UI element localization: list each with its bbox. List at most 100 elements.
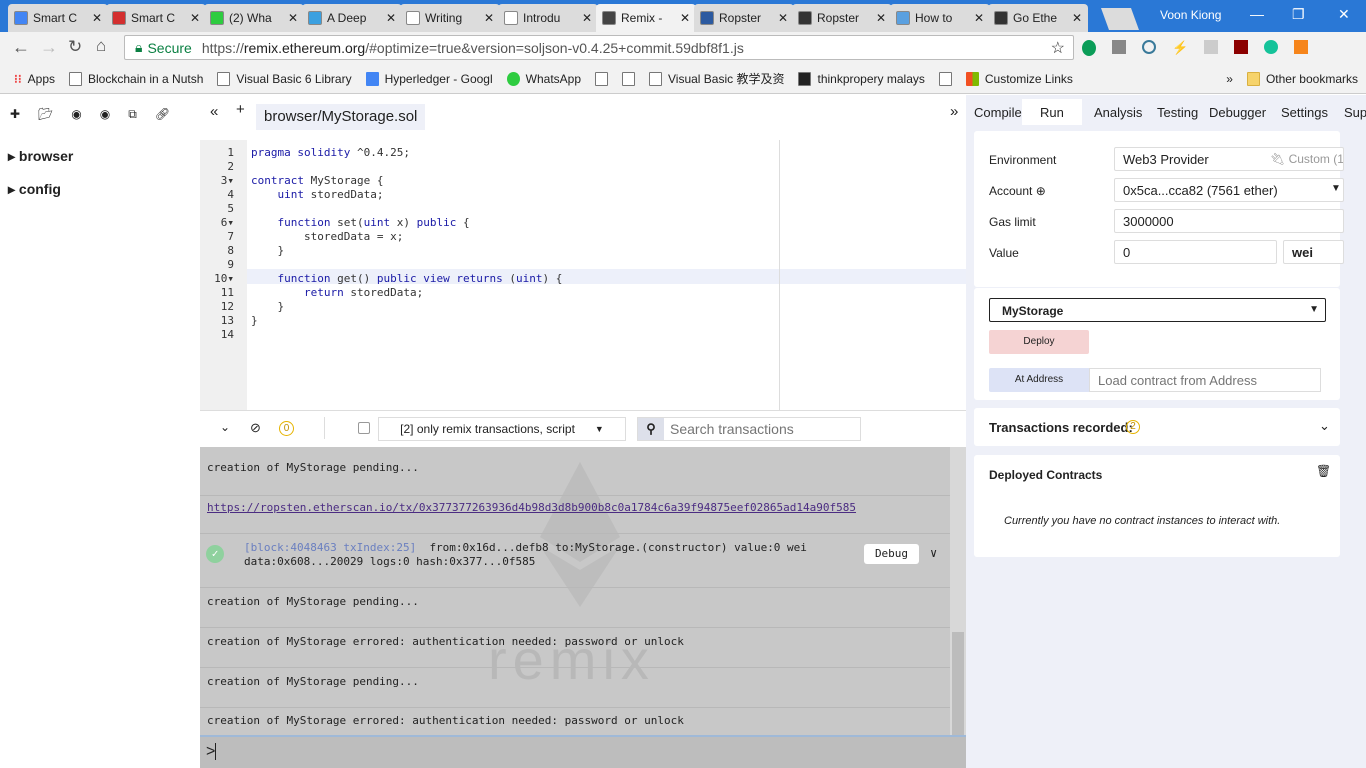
profile-name[interactable]: Voon Kiong	[1160, 8, 1221, 22]
minimize-icon[interactable]: —	[1250, 6, 1264, 22]
unit-select[interactable]: wei	[1283, 240, 1344, 264]
bookmark[interactable]: Visual Basic 教学及资	[649, 70, 784, 87]
open-folder-icon[interactable]: 📂︎	[38, 107, 53, 122]
bookmark[interactable]: Blockchain in a Nutsh	[69, 71, 203, 86]
bookmark[interactable]: thinkpropery malays	[798, 71, 925, 86]
extension-icon[interactable]	[1082, 40, 1096, 56]
bookmark[interactable]: WhatsApp	[506, 71, 581, 86]
close-tab-icon[interactable]: ✕	[778, 11, 788, 25]
favicon-icon	[602, 11, 616, 25]
close-tab-icon[interactable]: ✕	[1072, 11, 1082, 25]
copy-icon[interactable]: ⧉	[128, 107, 137, 122]
close-window-icon[interactable]: ✕	[1338, 6, 1350, 23]
terminal-input[interactable]: >	[200, 735, 966, 768]
close-tab-icon[interactable]: ✕	[288, 11, 298, 25]
contract-address-input[interactable]	[1089, 368, 1321, 392]
browser-tab[interactable]: Remix - ✕	[596, 4, 696, 32]
deploy-button[interactable]: Deploy	[989, 330, 1089, 354]
transactions-recorded[interactable]: Transactions recorded: 2 ⌄	[974, 408, 1340, 446]
bookmark[interactable]	[595, 71, 608, 86]
browser-tab[interactable]: Go Ethe ✕	[988, 4, 1088, 32]
zoom-in-icon[interactable]: +	[236, 101, 245, 118]
forward-icon[interactable]: →	[40, 37, 58, 58]
reload-icon[interactable]: ↻	[68, 37, 82, 57]
browser-tab[interactable]: Smart C ✕	[106, 4, 206, 32]
bookmark[interactable]: Customize Links	[965, 71, 1073, 86]
browser-tab[interactable]: Writing ✕	[400, 4, 500, 32]
close-tab-icon[interactable]: ✕	[386, 11, 396, 25]
environment-label: Environment	[989, 153, 1057, 167]
extension-icon[interactable]	[1204, 40, 1219, 54]
browser-tab[interactable]: Ropster ✕	[694, 4, 794, 32]
clear-console-icon[interactable]: ⊘	[250, 420, 261, 436]
address-bar[interactable]: 🔒︎ Secure https://remix.ethereum.org/#op…	[124, 35, 1074, 60]
environment-select[interactable]: Web3 Provider 🔌︎ Custom (1	[1114, 147, 1344, 171]
bookmark[interactable]: Hyperledger - Googl	[365, 71, 493, 86]
debug-button[interactable]: Debug	[864, 544, 919, 564]
browser-tab[interactable]: Ropster ✕	[792, 4, 892, 32]
contract-select[interactable]: MyStorage ▼	[989, 298, 1326, 322]
code-editor[interactable]: pragma solidity ^0.4.25; contract MyStora…	[247, 140, 966, 410]
close-tab-icon[interactable]: ✕	[92, 11, 102, 25]
at-address-button[interactable]: At Address	[989, 368, 1089, 392]
trash-icon[interactable]: 🗑︎	[1316, 464, 1331, 478]
home-icon[interactable]: ⌂	[96, 36, 106, 56]
close-tab-icon[interactable]: ✕	[190, 11, 200, 25]
expand-tx-icon[interactable]: ∨	[930, 546, 937, 560]
tab-analysis[interactable]: Analysis	[1094, 105, 1142, 120]
back-icon[interactable]: ←	[12, 37, 30, 58]
listen-checkbox[interactable]	[358, 422, 370, 434]
tab-run[interactable]: Run	[1022, 99, 1082, 125]
extension-icon[interactable]	[1142, 40, 1156, 54]
add-account-icon[interactable]: ⊕	[1036, 184, 1046, 198]
value-input[interactable]: 0	[1114, 240, 1277, 264]
tab-debugger[interactable]: Debugger	[1209, 105, 1266, 120]
etherscan-link[interactable]: https://ropsten.etherscan.io/tx/0x377377…	[207, 501, 856, 514]
terminal-scrollbar-thumb[interactable]	[952, 632, 964, 748]
gist-icon[interactable]: ◉	[100, 107, 110, 122]
extension-icon[interactable]	[1112, 40, 1126, 54]
folder-config[interactable]: ▸ config	[8, 181, 61, 198]
chevron-down-icon[interactable]: ⌄	[1319, 418, 1330, 434]
collapse-right-icon[interactable]: »	[950, 103, 958, 120]
bookmark[interactable]: Visual Basic 6 Library	[217, 71, 352, 86]
other-bookmarks[interactable]: Other bookmarks	[1246, 71, 1358, 86]
browser-tab[interactable]: How to ✕	[890, 4, 990, 32]
bookmark-star-icon[interactable]: ☆	[1051, 38, 1065, 58]
deployed-contracts-title: Deployed Contracts	[989, 468, 1103, 482]
pdf-extension-icon[interactable]	[1234, 40, 1249, 54]
browser-tab[interactable]: Smart C ✕	[8, 4, 108, 32]
search-transactions-input[interactable]	[664, 418, 860, 440]
close-tab-icon[interactable]: ✕	[484, 11, 494, 25]
more-bookmarks[interactable]: »	[1226, 72, 1233, 86]
link-icon[interactable]: 🔗︎	[155, 107, 170, 122]
grammarly-icon[interactable]	[1264, 40, 1279, 54]
tab-testing[interactable]: Testing	[1157, 105, 1198, 120]
extension-icon[interactable]: ⚡	[1172, 40, 1188, 56]
bookmark-apps[interactable]: ⁝⁝ Apps	[14, 72, 55, 86]
folder-browser[interactable]: ▸ browser	[8, 148, 73, 165]
log-line: creation of MyStorage pending...	[207, 595, 419, 608]
metamask-icon[interactable]	[1294, 40, 1309, 54]
close-tab-icon[interactable]: ✕	[876, 11, 886, 25]
browser-tab[interactable]: (2) Wha ✕	[204, 4, 304, 32]
bookmark[interactable]	[622, 71, 635, 86]
tab-compile[interactable]: Compile	[974, 105, 1022, 120]
tab-mystorage-sol[interactable]: browser/MyStorage.sol	[256, 104, 426, 130]
tab-suppo[interactable]: Suppo	[1344, 105, 1366, 120]
transaction-filter-dropdown[interactable]: [2] only remix transactions, script ▼	[378, 417, 626, 441]
collapse-terminal-icon[interactable]: ⌄	[220, 420, 230, 434]
close-tab-icon[interactable]: ✕	[582, 11, 592, 25]
restore-icon[interactable]: ❐	[1292, 6, 1305, 23]
account-select[interactable]: 0x5ca...cca82 (7561 ether) ▼	[1114, 178, 1344, 202]
gas-limit-input[interactable]: 3000000	[1114, 209, 1344, 233]
close-tab-icon[interactable]: ✕	[680, 11, 690, 25]
new-file-icon[interactable]: ✚	[10, 107, 20, 122]
bookmark[interactable]	[938, 71, 952, 86]
github-icon[interactable]: ◉	[71, 107, 81, 122]
collapse-left-icon[interactable]: «	[210, 103, 218, 120]
browser-tab[interactable]: Introdu ✕	[498, 4, 598, 32]
browser-tab[interactable]: A Deep ✕	[302, 4, 402, 32]
close-tab-icon[interactable]: ✕	[974, 11, 984, 25]
tab-settings[interactable]: Settings	[1281, 105, 1328, 120]
